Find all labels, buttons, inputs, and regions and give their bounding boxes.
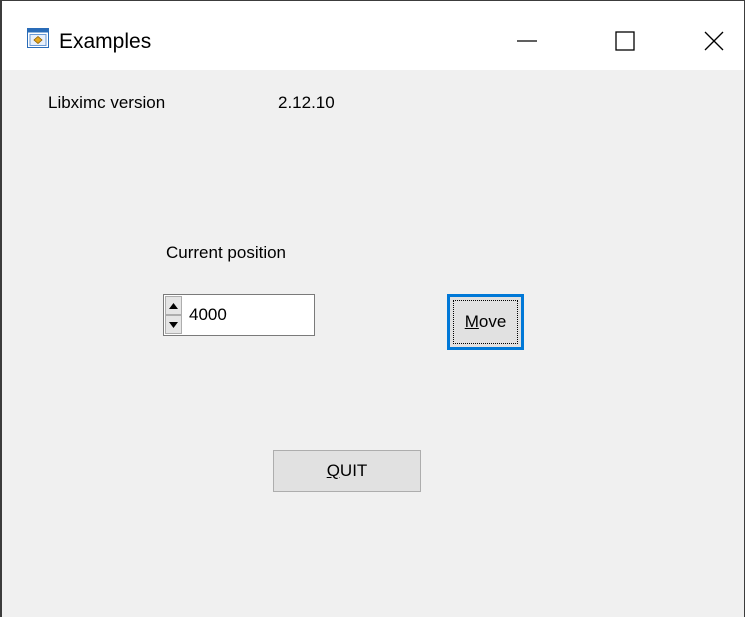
app-window-icon: [27, 28, 49, 48]
app-window: Examples Libximc version 2.12.10 Current…: [0, 0, 745, 617]
triangle-down-icon: [169, 321, 178, 328]
close-icon: [704, 31, 724, 51]
maximize-button[interactable]: [605, 23, 645, 59]
maximize-icon: [615, 31, 635, 51]
version-label: Libximc version: [48, 93, 166, 112]
title-bar[interactable]: Examples: [2, 0, 744, 70]
close-button[interactable]: [694, 23, 734, 59]
position-numeric-input[interactable]: 4000: [163, 294, 315, 336]
client-area: Libximc version 2.12.10 Current position…: [2, 70, 744, 617]
minimize-icon: [517, 40, 537, 42]
triangle-up-icon: [169, 302, 178, 309]
spin-down-button[interactable]: [165, 315, 182, 334]
quit-mnemonic: Q: [326, 461, 340, 480]
move-label-rest: ove: [478, 312, 507, 331]
window-title: Examples: [59, 30, 152, 53]
minimize-button[interactable]: [507, 23, 547, 59]
quit-button-label: QUIT: [327, 460, 368, 482]
move-button-label: Move: [465, 311, 507, 333]
spin-up-button[interactable]: [165, 296, 182, 315]
move-button[interactable]: Move: [447, 294, 524, 350]
position-value[interactable]: 4000: [189, 304, 227, 326]
version-value: 2.12.10: [278, 93, 335, 112]
move-mnemonic: M: [464, 312, 479, 331]
current-position-label: Current position: [166, 243, 287, 262]
quit-label-rest: UIT: [339, 461, 368, 480]
quit-button[interactable]: QUIT: [273, 450, 421, 492]
spin-buttons: [165, 296, 182, 334]
